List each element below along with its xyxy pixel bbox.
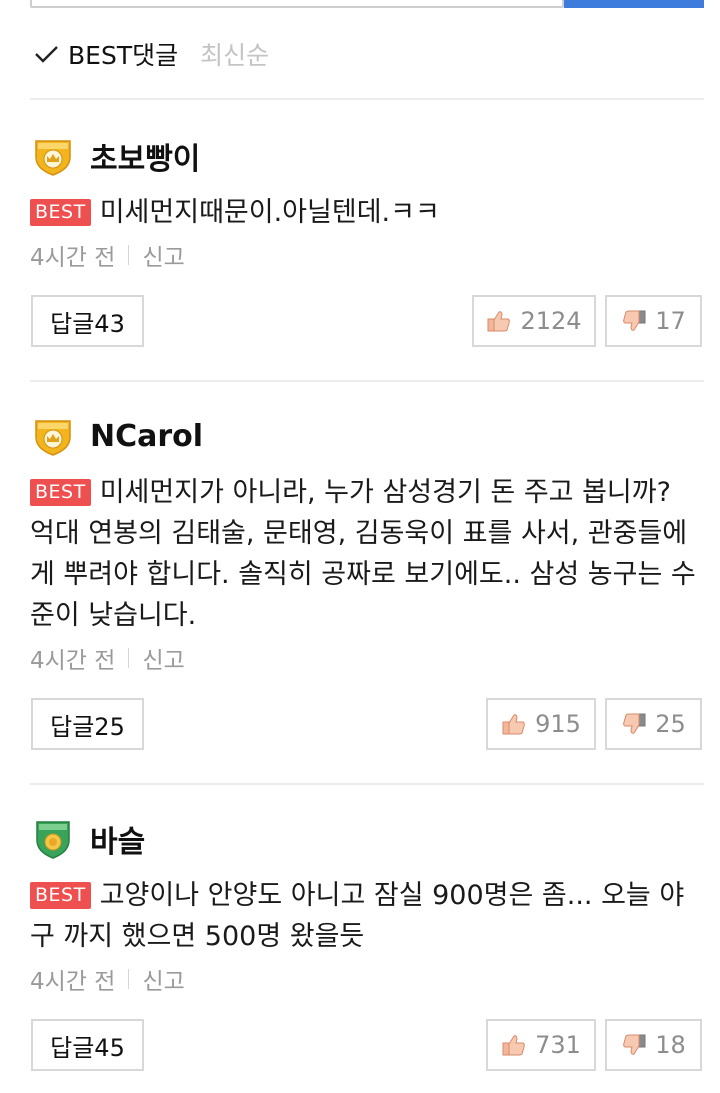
divider — [30, 380, 704, 382]
comment-text: 고양이나 안양도 아니고 잠실 900명은 좀... 오늘 야구 까지 했으면 … — [30, 880, 685, 952]
best-badge: BEST — [30, 479, 91, 506]
comment-actions: 답글43 2124 17 — [30, 295, 704, 347]
reply-button[interactable]: 답글45 — [31, 1019, 144, 1071]
comment-item: 바슬 BEST 고양이나 안양도 아니고 잠실 900명은 좀... 오늘 야구 … — [30, 817, 704, 1071]
comment-meta: 4시간 전 신고 — [30, 961, 704, 997]
dislike-count: 18 — [655, 1031, 686, 1059]
like-count: 2124 — [520, 307, 582, 335]
comment-input[interactable] — [30, 0, 564, 8]
master-crown-icon — [35, 420, 71, 456]
divider — [30, 98, 704, 100]
meta-separator — [128, 648, 130, 668]
dislike-button[interactable]: 18 — [605, 1019, 702, 1071]
comment-meta: 4시간 전 신고 — [30, 640, 704, 676]
comment-meta: 4시간 전 신고 — [30, 237, 704, 273]
like-button[interactable]: 731 — [486, 1019, 596, 1071]
comment-actions: 답글25 915 25 — [30, 698, 704, 750]
sort-latest-option[interactable]: 최신순 — [200, 36, 269, 72]
amateur-shield-icon — [36, 821, 70, 859]
thumbs-down-icon — [623, 1034, 646, 1055]
comment-text-block: BEST 미세먼지때문이.아닐텐데.ㅋㅋ — [30, 192, 704, 233]
check-icon — [35, 46, 58, 63]
dislike-button[interactable]: 17 — [605, 295, 702, 347]
best-badge: BEST — [30, 882, 91, 909]
reply-button[interactable]: 답글25 — [31, 698, 144, 750]
sort-best-label: BEST댓글 — [68, 41, 179, 70]
sort-best-option[interactable]: BEST댓글 — [32, 36, 178, 72]
report-link[interactable]: 신고 — [142, 641, 184, 675]
like-button[interactable]: 2124 — [472, 295, 596, 347]
dislike-count: 17 — [655, 307, 686, 335]
comment-time: 4시간 전 — [30, 245, 116, 271]
comment-actions: 답글45 731 18 — [30, 1019, 704, 1071]
author-name[interactable]: NCarol — [90, 419, 203, 454]
comment-time: 4시간 전 — [30, 969, 116, 995]
best-badge: BEST — [30, 199, 91, 226]
thumbs-up-icon — [487, 311, 511, 332]
like-button[interactable]: 915 — [486, 698, 596, 750]
comment-text: 미세먼지가 아니라, 누가 삼성경기 돈 주고 봅니까? 억대 연봉의 김태술,… — [30, 477, 696, 631]
dislike-count: 25 — [655, 710, 686, 738]
comment-time: 4시간 전 — [30, 648, 116, 674]
divider — [30, 783, 704, 785]
meta-separator — [128, 969, 130, 989]
report-link[interactable]: 신고 — [142, 238, 184, 272]
like-count: 731 — [535, 1031, 581, 1059]
thumbs-down-icon — [623, 310, 646, 331]
master-crown-icon — [35, 140, 71, 176]
comment-item: 초보빵이 BEST 미세먼지때문이.아닐텐데.ㅋㅋ 4시간 전 신고 답글43 2… — [30, 134, 704, 347]
like-count: 915 — [535, 710, 581, 738]
comment-submit-button[interactable] — [564, 0, 704, 8]
sort-bar: BEST댓글 최신순 — [32, 34, 269, 74]
report-link[interactable]: 신고 — [142, 962, 184, 996]
thumbs-up-icon — [502, 714, 525, 735]
comment-text-block: BEST 미세먼지가 아니라, 누가 삼성경기 돈 주고 봅니까? 억대 연봉의 … — [30, 472, 704, 636]
thumbs-down-icon — [623, 713, 646, 734]
comment-item: NCarol BEST 미세먼지가 아니라, 누가 삼성경기 돈 주고 봅니까? … — [30, 414, 704, 750]
reply-button[interactable]: 답글43 — [31, 295, 144, 347]
author-name[interactable]: 초보빵이 — [90, 134, 200, 178]
meta-separator — [128, 245, 130, 265]
author-name[interactable]: 바슬 — [90, 817, 145, 861]
comment-text: 미세먼지때문이.아닐텐데.ㅋㅋ — [99, 197, 440, 228]
comment-text-block: BEST 고양이나 안양도 아니고 잠실 900명은 좀... 오늘 야구 까지 … — [30, 875, 704, 957]
dislike-button[interactable]: 25 — [605, 698, 702, 750]
thumbs-up-icon — [502, 1035, 525, 1056]
